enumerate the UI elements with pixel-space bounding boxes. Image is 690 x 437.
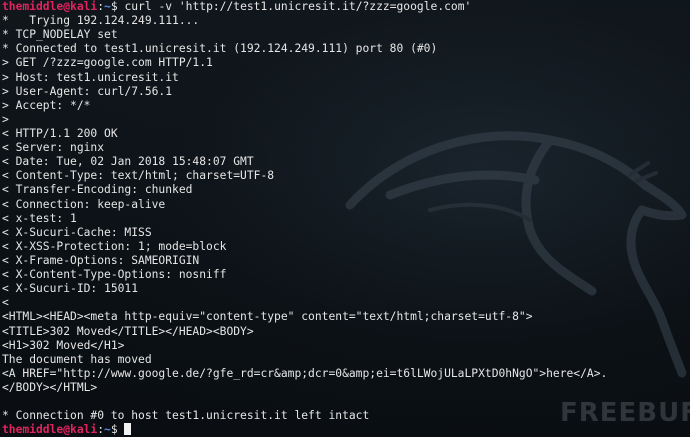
output-line: >	[2, 112, 9, 126]
output-line: < Transfer-Encoding: chunked	[2, 183, 193, 197]
prompt-user-host: themiddle@kali	[2, 423, 98, 437]
output-line: * Connected to test1.unicresit.it (192.1…	[2, 42, 438, 56]
output-line: <	[2, 296, 9, 310]
output-line: < x-test: 1	[2, 211, 77, 225]
output-line: > Accept: */*	[2, 98, 91, 112]
output-line: > GET /?zzz=google.com HTTP/1.1	[2, 56, 213, 70]
output-line: < Connection: keep-alive	[2, 197, 166, 211]
output-line: </BODY></HTML>	[2, 380, 98, 394]
output-line: * TCP_NODELAY set	[2, 28, 118, 42]
output-line: < X-Content-Type-Options: nosniff	[2, 268, 227, 282]
terminal-window[interactable]: FREEBUF themiddle@kali:~$ curl -v 'http:…	[0, 0, 690, 437]
output-line: < Date: Tue, 02 Jan 2018 15:48:07 GMT	[2, 155, 254, 169]
output-line: The document has moved	[2, 352, 152, 366]
output-line: < X-Sucuri-Cache: MISS	[2, 225, 152, 239]
output-line: <TITLE>302 Moved</TITLE></HEAD><BODY>	[2, 324, 254, 338]
output-line: < X-Frame-Options: SAMEORIGIN	[2, 253, 200, 267]
prompt-symbol: $	[110, 423, 118, 437]
output-line: < Server: nginx	[2, 141, 105, 155]
command-text: curl -v 'http://test1.unicresit.it/?zzz=…	[117, 0, 472, 13]
output-line: > Host: test1.unicresit.it	[2, 70, 179, 84]
command-input[interactable]	[118, 423, 125, 436]
output-line: < HTTP/1.1 200 OK	[2, 126, 118, 140]
output-line: < X-XSS-Protection: 1; mode=block	[2, 239, 227, 253]
prompt-separator: :	[97, 423, 105, 437]
prompt-user-host: themiddle@kali	[2, 0, 98, 13]
output-line: <A HREF="http://www.google.de/?gfe_rd=cr…	[2, 366, 608, 380]
output-line: * Trying 192.124.249.111...	[2, 14, 200, 28]
output-line: < Content-Type: text/html; charset=UTF-8	[2, 169, 275, 183]
output-line: > User-Agent: curl/7.56.1	[2, 84, 173, 98]
output-line: < X-Sucuri-ID: 15011	[2, 282, 139, 296]
prompt-path: ~	[104, 0, 111, 13]
prompt-path: ~	[104, 423, 111, 437]
terminal-output[interactable]: themiddle@kali:~$ curl -v 'http://test1.…	[2, 0, 607, 437]
output-line: * Connection #0 to host test1.unicresit.…	[2, 409, 370, 423]
prompt-symbol: $	[110, 0, 118, 13]
output-line: <H1>302 Moved</H1>	[2, 338, 125, 352]
prompt-separator: :	[97, 0, 105, 13]
current-prompt-line[interactable]: themiddle@kali:~$	[2, 423, 607, 437]
output-line: <HTML><HEAD><meta http-equiv="content-ty…	[2, 310, 533, 324]
command-line: themiddle@kali:~$ curl -v 'http://test1.…	[2, 0, 607, 14]
text-cursor	[124, 423, 132, 436]
